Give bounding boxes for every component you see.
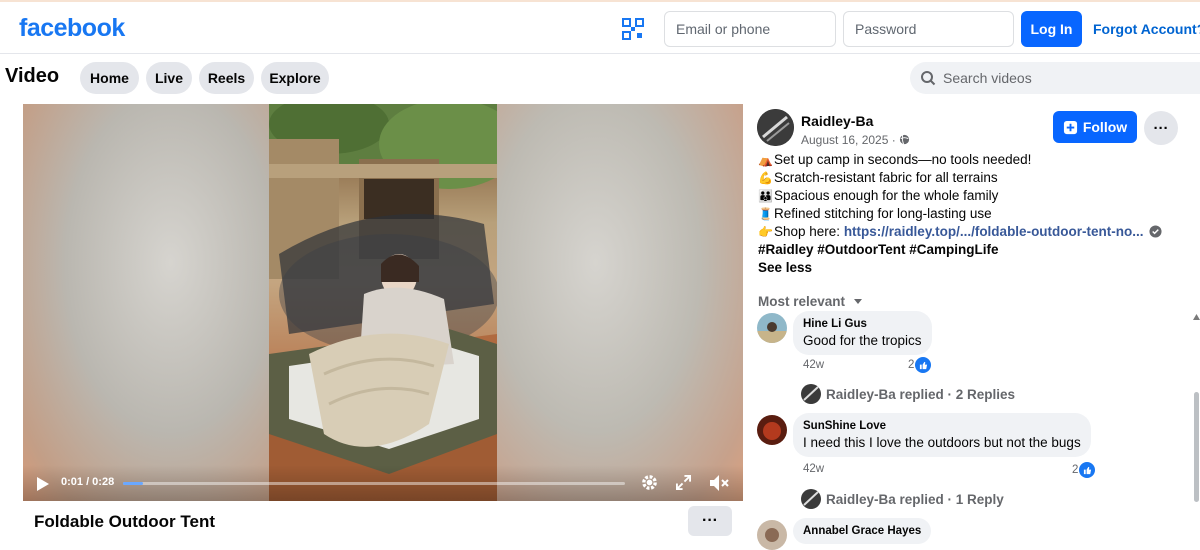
tent-emoji-icon: ⛺ <box>758 153 773 167</box>
post-line-2: 💪Scratch-resistant fabric for all terrai… <box>758 169 998 187</box>
scrollbar[interactable] <box>1193 312 1200 534</box>
progress-fill <box>123 482 144 485</box>
comment-bubble: Annabel Grace Hayes <box>793 518 932 544</box>
comment-bubble: Hine Li Gus Good for the tropics <box>793 311 932 355</box>
fullscreen-icon[interactable] <box>676 475 691 490</box>
post-hashtags[interactable]: #Raidley #OutdoorTent #CampingLife <box>758 241 999 259</box>
follow-button[interactable]: Follow <box>1053 111 1137 143</box>
video-blur-left <box>23 104 269 501</box>
post-line-3: 👪Spacious enough for the whole family <box>758 187 998 205</box>
post-title: Foldable Outdoor Tent <box>34 512 215 531</box>
replies-text: Raidley-Ba replied · 2 Replies <box>826 386 1016 402</box>
comment-like-count-value: 2 <box>908 359 915 371</box>
mute-icon[interactable] <box>709 474 729 492</box>
thread-emoji-icon: 🧵 <box>758 207 773 221</box>
author-avatar[interactable] <box>757 109 794 146</box>
password-field[interactable] <box>843 11 1014 47</box>
shop-link[interactable]: https://raidley.top/.../foldable-outdoor… <box>844 224 1144 239</box>
commenter-avatar[interactable] <box>757 520 787 550</box>
login-button[interactable]: Log In <box>1021 11 1082 47</box>
like-thumb-icon <box>1079 462 1096 478</box>
post-date[interactable]: August 16, 2025 · <box>801 133 910 147</box>
video-nav: Video Home Live Reels Explore Search vid… <box>0 55 1200 103</box>
video-thumbnail-image <box>269 104 497 501</box>
replier-avatar <box>801 489 821 509</box>
settings-gear-icon[interactable] <box>640 473 659 492</box>
post-line-4-text: Refined stitching for long-lasting use <box>774 206 992 221</box>
search-videos-input[interactable]: Search videos <box>910 62 1200 94</box>
video-more-options-button[interactable]: ··· <box>688 506 732 536</box>
video-blur-right <box>497 104 743 501</box>
page-title: Video <box>5 65 60 87</box>
comment-sort-dropdown[interactable]: Most relevant <box>758 294 863 309</box>
scroll-up-arrow-icon[interactable] <box>1193 314 1200 320</box>
verified-check-icon <box>1149 225 1162 238</box>
facebook-logo[interactable]: facebook <box>19 14 125 43</box>
commenter-name[interactable]: SunShine Love <box>803 420 1081 432</box>
like-thumb-icon <box>915 357 932 373</box>
scrollbar-thumb[interactable] <box>1194 392 1199 502</box>
post-author-name[interactable]: Raidley-Ba <box>801 113 873 129</box>
comment-like-count-value: 2 <box>1072 464 1079 476</box>
post-more-options-button[interactable]: ··· <box>1144 111 1178 145</box>
pointing-hand-emoji-icon: 👉 <box>758 225 773 239</box>
search-icon <box>921 71 936 86</box>
flexed-arm-emoji-icon: 💪 <box>758 171 773 185</box>
comment-bubble: SunShine Love I need this I love the out… <box>793 413 1091 457</box>
video-player[interactable]: 0:01 / 0:28 <box>23 104 743 501</box>
tab-home[interactable]: Home <box>80 62 139 94</box>
forgot-account-link[interactable]: Forgot Account? <box>1093 21 1200 37</box>
post-line-1-text: Set up camp in seconds—no tools needed! <box>774 152 1032 167</box>
commenter-name[interactable]: Annabel Grace Hayes <box>803 525 921 537</box>
add-follow-icon <box>1063 120 1077 134</box>
post-line-2-text: Scratch-resistant fabric for all terrain… <box>774 170 998 185</box>
video-time: 0:01 / 0:28 <box>61 476 115 488</box>
family-emoji-icon: 👪 <box>758 189 773 203</box>
post-line-3-text: Spacious enough for the whole family <box>774 188 999 203</box>
commenter-name[interactable]: Hine Li Gus <box>803 318 922 330</box>
comment-age[interactable]: 42w <box>803 359 824 371</box>
post-date-text: August 16, 2025 · <box>801 133 900 147</box>
search-placeholder: Search videos <box>943 70 1032 86</box>
progress-bar[interactable] <box>123 482 625 485</box>
comment-text: Good for the tropics <box>803 333 922 348</box>
video-frame <box>269 104 497 501</box>
replier-avatar <box>801 384 821 404</box>
tab-reels[interactable]: Reels <box>199 62 254 94</box>
comment-age[interactable]: 42w <box>803 463 824 475</box>
post-shop-line: 👉Shop here: https://raidley.top/.../fold… <box>758 223 1162 241</box>
chevron-down-icon <box>853 299 862 304</box>
post-line-4: 🧵Refined stitching for long-lasting use <box>758 205 992 223</box>
commenter-avatar[interactable] <box>757 313 787 343</box>
top-bar: facebook Log In Forgot Account? <box>0 0 1200 54</box>
commenter-avatar[interactable] <box>757 415 787 445</box>
shop-prefix: Shop here: <box>774 224 844 239</box>
post-line-1: ⛺Set up camp in seconds—no tools needed! <box>758 151 1031 169</box>
follow-label: Follow <box>1082 119 1128 135</box>
view-replies-link[interactable]: Raidley-Ba replied · 1 Reply <box>801 489 1004 509</box>
comment-like-count: 2 <box>908 357 932 373</box>
qr-code-icon[interactable] <box>622 18 644 40</box>
tab-live[interactable]: Live <box>146 62 192 94</box>
tab-explore[interactable]: Explore <box>261 62 329 94</box>
post-side-panel: Raidley-Ba August 16, 2025 · Follow ··· … <box>743 104 1200 550</box>
video-controls: 0:01 / 0:28 <box>23 465 743 501</box>
see-less-link[interactable]: See less <box>758 259 812 277</box>
comment-text: I need this I love the outdoors but not … <box>803 435 1081 450</box>
view-replies-link[interactable]: Raidley-Ba replied · 2 Replies <box>801 384 1015 404</box>
globe-icon <box>899 134 910 145</box>
comment-like-count: 2 <box>1072 462 1096 478</box>
comment-sort-label: Most relevant <box>758 294 846 309</box>
replies-text: Raidley-Ba replied · 1 Reply <box>826 491 1004 507</box>
play-icon[interactable] <box>37 477 49 491</box>
email-field[interactable] <box>664 11 836 47</box>
